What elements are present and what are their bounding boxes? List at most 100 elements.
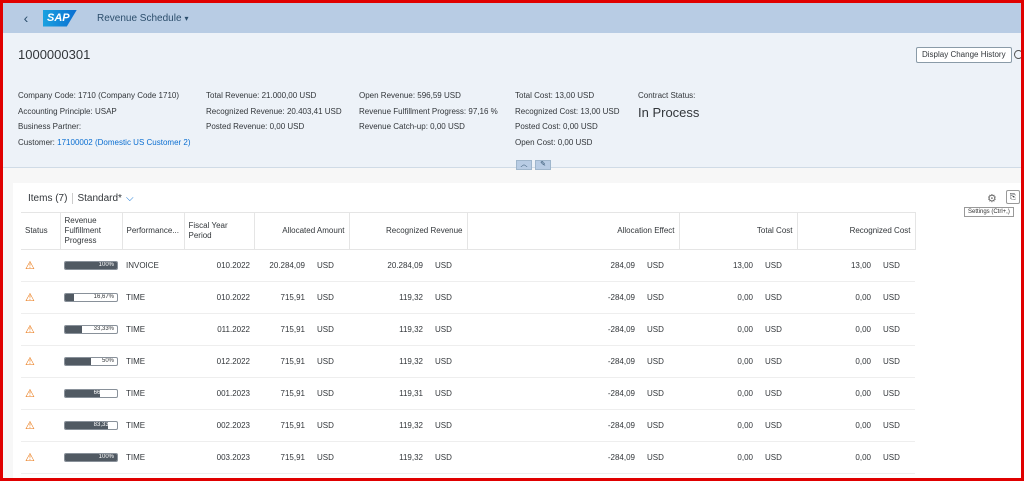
progress-cell: 83,33% xyxy=(60,409,122,442)
fiscal-period-cell: 011.2022 xyxy=(184,313,254,346)
fiscal-period-cell: 003.2023 xyxy=(184,441,254,474)
display-change-history-button[interactable]: Display Change History xyxy=(916,47,1012,63)
allocated-amount: 715,91 USD xyxy=(254,313,349,346)
column-header-allocated-amount[interactable]: Allocated Amount xyxy=(254,212,350,250)
progress-fill xyxy=(65,358,91,365)
allocated-amount-value: 20.284,09 xyxy=(269,261,305,270)
progress-fill xyxy=(65,326,83,333)
customer-link[interactable]: 17100002 (Domestic US Customer 2) xyxy=(57,138,190,147)
table-header-row: Status Revenue Fulfillment Progress Perf… xyxy=(21,212,916,250)
table-row[interactable]: ⚠ 100% TIME 003.2023 715,91 USD 119,32 USD -284,… xyxy=(21,441,915,474)
table-row[interactable]: ⚠ 33,33% TIME 011.2022 715,91 USD 119,32 USD -28… xyxy=(21,313,915,346)
header-facets: Company Code: 1710 (Company Code 1710) Ac… xyxy=(3,78,1021,168)
total-cost-value: 0,00 xyxy=(737,389,753,398)
progress-cell: 100% xyxy=(60,441,122,474)
column-header-recognized-cost[interactable]: Recognized Cost xyxy=(797,212,916,250)
column-header-recognized-revenue[interactable]: Recognized Revenue xyxy=(349,212,468,250)
column-header-fiscal-period[interactable]: Fiscal Year Period xyxy=(184,212,255,250)
fiscal-period-value: 011.2022 xyxy=(217,325,250,334)
facet-label: Accounting Principle: xyxy=(18,106,93,116)
facet-value: 21.000,00 USD xyxy=(261,91,317,100)
recognized-cost-currency: USD xyxy=(883,325,900,334)
fiscal-period-value: 003.2023 xyxy=(216,453,250,462)
allocation-effect: -284,09 USD xyxy=(467,313,679,346)
allocation-effect-currency: USD xyxy=(647,325,664,334)
total-cost: 0,00 USD xyxy=(679,345,797,378)
sap-logo[interactable]: SAP xyxy=(43,9,77,27)
progress-bar: 100% xyxy=(64,453,118,462)
recognized-cost: 13,00 USD xyxy=(797,249,915,282)
allocation-effect-currency: USD xyxy=(647,389,664,398)
variant-selector[interactable]: Standard* ⌵ xyxy=(72,192,134,204)
performance-cell: TIME xyxy=(122,345,184,378)
table-row[interactable]: ⚠ 83,33% TIME 002.2023 715,91 USD 119,32 USD -28… xyxy=(21,409,915,442)
items-table-section: Items (7) Standard* ⌵ ⚙ ⎘ Settings (Ctrl+… xyxy=(13,183,1021,478)
facet-value: 0,00 USD xyxy=(557,137,593,147)
fiscal-period-cell: 002.2023 xyxy=(184,409,254,442)
chevron-up-icon[interactable]: ︿ xyxy=(516,160,532,170)
table-row[interactable]: ⚠ 100% INVOICE 010.2022 20.284,09 USD 20.284,0… xyxy=(21,249,915,282)
status-cell: ⚠ xyxy=(21,377,60,410)
total-cost-currency: USD xyxy=(765,389,782,398)
recognized-revenue-value: 119,32 xyxy=(399,293,423,302)
facet-cost-row: Recognized Cost: 13,00 USD xyxy=(515,104,620,120)
performance-value: TIME xyxy=(126,293,146,302)
table-row[interactable]: ⚠ 50% TIME 012.2022 715,91 USD 119,32 USD -284,0… xyxy=(21,345,915,378)
facet-label: Posted Cost: xyxy=(515,122,561,131)
export-icon[interactable]: ⎘ xyxy=(1006,190,1020,204)
progress-bar: 16,67% xyxy=(64,293,118,302)
facet-column-status: Contract Status: In Process xyxy=(638,88,699,122)
progress-text: 66,67% xyxy=(93,390,114,396)
object-header: 1000000301 Display Change History xyxy=(3,33,1021,78)
chevron-left-icon[interactable]: ‹ xyxy=(13,10,39,26)
column-header-progress[interactable]: Revenue Fulfillment Progress xyxy=(60,212,123,250)
column-header-total-cost[interactable]: Total Cost xyxy=(679,212,798,250)
status-cell: ⚠ xyxy=(21,441,60,474)
fiscal-period-cell: 012.2022 xyxy=(184,345,254,378)
header-collapse-bar: ︿ ✎ xyxy=(516,160,551,170)
total-cost-currency: USD xyxy=(765,357,782,366)
pin-icon[interactable]: ✎ xyxy=(535,160,551,170)
column-header-status[interactable]: Status xyxy=(21,212,61,250)
facet-label: Revenue Fulfillment Progress: xyxy=(359,106,467,116)
allocation-effect-value: -284,09 xyxy=(607,389,635,398)
allocation-effect-value: 284,09 xyxy=(610,261,635,270)
total-cost-value: 0,00 xyxy=(737,357,753,366)
total-cost-value: 0,00 xyxy=(737,421,753,430)
warning-icon: ⚠ xyxy=(25,452,35,464)
circle-icon[interactable] xyxy=(1014,50,1021,59)
column-header-performance[interactable]: Performance... xyxy=(122,212,185,250)
facet-label: Recognized Cost: xyxy=(515,106,579,116)
column-header-allocation-effect[interactable]: Allocation Effect xyxy=(467,212,680,250)
facet-open-revenue-row: Revenue Catch-up: 0,00 USD xyxy=(359,119,498,135)
table-row[interactable]: ⚠ 16,67% TIME 010.2022 715,91 USD 119,32 USD -28… xyxy=(21,281,915,314)
warning-icon: ⚠ xyxy=(25,388,35,400)
facet-value: 97,16 % xyxy=(468,106,498,116)
facet-cost-row: Posted Cost: 0,00 USD xyxy=(515,119,620,135)
allocated-amount-currency: USD xyxy=(317,389,334,398)
recognized-cost-value: 0,00 xyxy=(855,389,871,398)
total-cost: 0,00 USD xyxy=(679,441,797,474)
recognized-cost: 0,00 USD xyxy=(797,313,915,346)
contract-status-label: Contract Status: xyxy=(638,91,696,100)
recognized-revenue-value: 119,31 xyxy=(399,389,423,398)
facet-label: Total Revenue: xyxy=(206,91,260,100)
allocated-amount: 715,91 USD xyxy=(254,441,349,474)
progress-text: 16,67% xyxy=(93,294,114,300)
recognized-revenue-currency: USD xyxy=(435,261,452,270)
allocation-effect-value: -284,09 xyxy=(607,325,635,334)
total-cost: 0,00 USD xyxy=(679,409,797,442)
performance-cell: TIME xyxy=(122,409,184,442)
facet-value: 0,00 USD xyxy=(269,122,305,131)
table-row[interactable]: ⚠ 66,67% TIME 001.2023 715,91 USD 119,31 USD -28… xyxy=(21,377,915,410)
progress-bar: 83,33% xyxy=(64,421,118,430)
allocated-amount: 715,91 USD xyxy=(254,345,349,378)
recognized-revenue-value: 119,32 xyxy=(399,325,423,334)
total-cost-currency: USD xyxy=(765,453,782,462)
gear-icon[interactable]: ⚙ xyxy=(987,192,997,205)
allocation-effect-value: -284,09 xyxy=(607,421,635,430)
recognized-revenue: 20.284,09 USD xyxy=(349,249,467,282)
facet-revenue-row: Recognized Revenue: 20.403,41 USD xyxy=(206,104,342,120)
facet-column-general: Company Code: 1710 (Company Code 1710) Ac… xyxy=(18,88,191,150)
app-title-menu[interactable]: Revenue Schedule ▾ xyxy=(97,13,189,24)
